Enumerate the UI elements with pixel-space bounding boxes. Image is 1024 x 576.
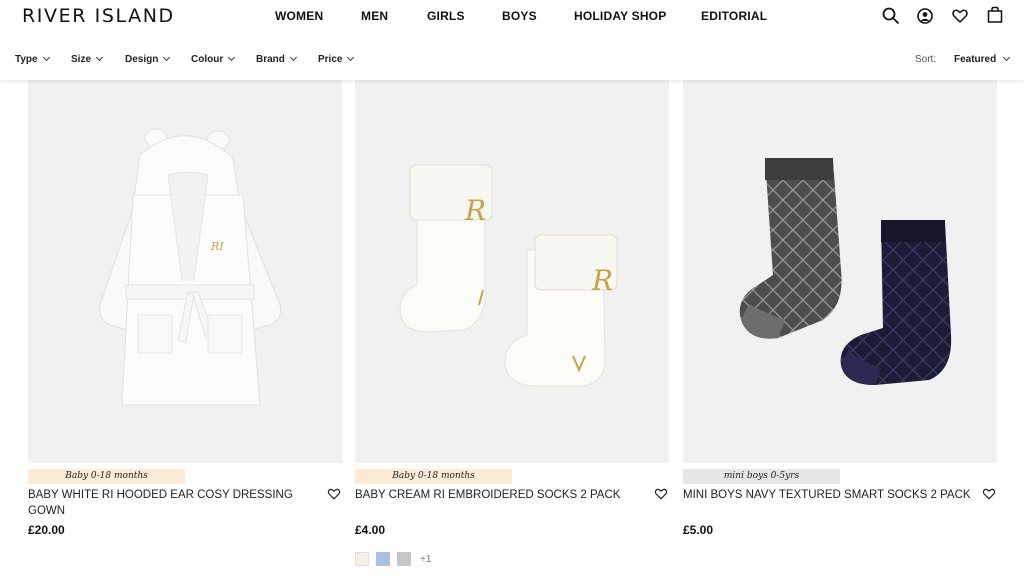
filter-bar: Type Size Design Colour Brand Price Sort…	[0, 40, 1024, 80]
age-range-badge: mini boys 0-5yrs	[683, 469, 840, 484]
wishlist-heart-icon[interactable]	[981, 486, 997, 502]
svg-text:R: R	[464, 194, 486, 227]
chevron-down-icon	[289, 53, 297, 62]
chevron-down-icon	[95, 53, 104, 62]
filter-brand[interactable]: Brand	[256, 53, 297, 65]
filter-design[interactable]: Design	[125, 53, 171, 65]
product-image[interactable]: RI	[28, 80, 342, 463]
age-range-badge: Baby 0-18 months	[28, 469, 185, 484]
filter-brand-label: Brand	[256, 54, 285, 65]
product-card: mini boys 0-5yrs MINI BOYS NAVY TEXTURED…	[683, 80, 997, 576]
product-title[interactable]: MINI BOYS NAVY TEXTURED SMART SOCKS 2 PA…	[683, 487, 973, 503]
filter-design-label: Design	[125, 54, 159, 65]
wishlist-heart-icon[interactable]	[653, 486, 669, 502]
product-title[interactable]: BABY CREAM RI EMBROIDERED SOCKS 2 PACK	[355, 487, 645, 503]
product-price: £5.00	[683, 523, 714, 537]
filter-colour-label: Colour	[191, 54, 224, 65]
filter-price-label: Price	[318, 54, 343, 65]
colour-swatch-blue[interactable]	[376, 552, 390, 566]
filter-type-label: Type	[15, 54, 38, 65]
chevron-down-icon	[42, 53, 50, 62]
product-card: RI Baby 0-18 months BABY WHITE RI HOODED…	[28, 80, 342, 576]
product-image[interactable]	[683, 80, 997, 463]
product-card: R R Baby 0-18 months BABY CREAM RI EMBRO…	[355, 80, 669, 576]
navy-socks-image	[739, 158, 952, 385]
nav-item-holiday-shop[interactable]: HOLIDAY SHOP	[574, 9, 666, 23]
account-icon[interactable]	[915, 6, 935, 26]
filter-type[interactable]: Type	[15, 53, 50, 65]
nav-item-editorial[interactable]: EDITORIAL	[701, 9, 767, 23]
chevron-down-icon	[347, 53, 355, 62]
nav-item-women[interactable]: WOMEN	[275, 9, 323, 23]
shopping-bag-icon[interactable]	[985, 5, 1005, 25]
age-range-badge: Baby 0-18 months	[355, 469, 512, 484]
product-price: £4.00	[355, 523, 386, 537]
more-colours-count[interactable]: +1	[420, 554, 431, 565]
search-icon[interactable]	[881, 6, 901, 26]
sort-label: Sort:	[915, 54, 937, 65]
sort-value: Featured	[954, 54, 997, 65]
wishlist-heart-icon[interactable]	[950, 6, 970, 26]
filter-size-label: Size	[71, 54, 92, 65]
wishlist-heart-icon[interactable]	[326, 486, 342, 502]
product-image[interactable]: R R	[355, 80, 669, 463]
svg-text:RI: RI	[210, 240, 224, 253]
nav-item-men[interactable]: MEN	[361, 9, 388, 23]
nav-item-girls[interactable]: GIRLS	[427, 9, 465, 23]
dressing-gown-image: RI	[99, 128, 281, 406]
colour-swatch-cream[interactable]	[355, 552, 369, 566]
svg-text:R: R	[591, 264, 613, 297]
site-header: RIVER ISLAND WOMEN MEN GIRLS BOYS HOLIDA…	[0, 0, 1024, 40]
chevron-down-icon	[1003, 53, 1011, 62]
nav-item-boys[interactable]: BOYS	[502, 9, 537, 23]
baby-socks-image: R R	[399, 164, 618, 387]
colour-swatches: +1	[355, 552, 431, 566]
filter-size[interactable]: Size	[71, 53, 104, 65]
filter-price[interactable]: Price	[318, 53, 355, 65]
colour-swatch-grey[interactable]	[397, 552, 411, 566]
sort-dropdown[interactable]: Featured	[954, 53, 1011, 65]
chevron-down-icon	[228, 53, 236, 62]
product-price: £20.00	[28, 523, 65, 537]
product-title[interactable]: BABY WHITE RI HOODED EAR COSY DRESSING G…	[28, 487, 318, 519]
chevron-down-icon	[163, 53, 171, 62]
filter-colour[interactable]: Colour	[191, 53, 236, 65]
main-navigation: WOMEN MEN GIRLS BOYS HOLIDAY SHOP EDITOR…	[0, 9, 1024, 29]
